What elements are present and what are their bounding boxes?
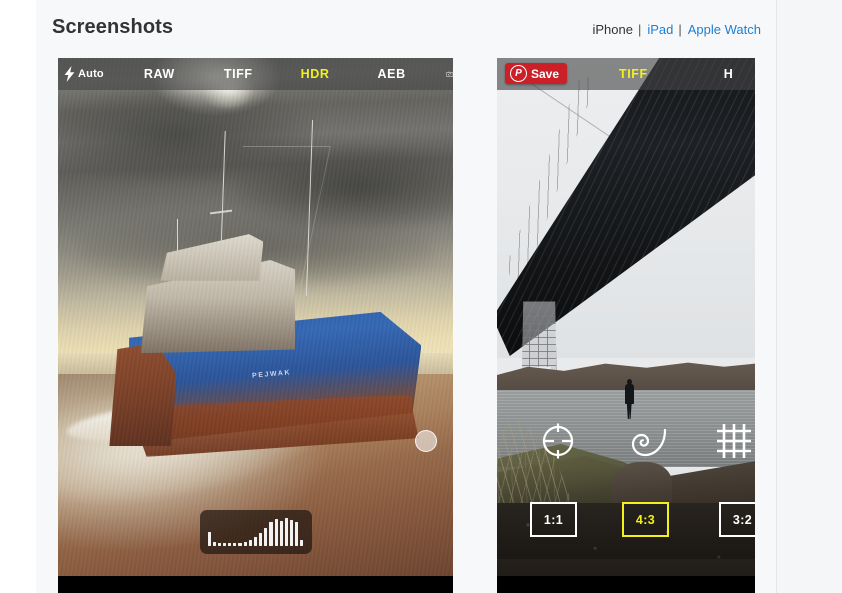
histogram-bar xyxy=(269,522,273,546)
focus-exposure-ring[interactable] xyxy=(415,430,437,452)
photo-shipwreck-scene: PEJWAK xyxy=(58,58,453,576)
aspect-ratio-1-1-button[interactable]: 1:1 xyxy=(530,502,577,537)
screenshot-photo-shipwreck: PEJWAK Auto RAW TIFF HDR AEB xyxy=(58,58,453,576)
screenshots-panel: Screenshots iPhone | iPad | Apple Watch xyxy=(36,0,776,593)
histogram-bar xyxy=(207,532,211,546)
screenshot-item-1[interactable]: PEJWAK Auto RAW TIFF HDR AEB xyxy=(58,58,453,593)
section-header: Screenshots iPhone | iPad | Apple Watch xyxy=(36,0,776,58)
page-title: Screenshots xyxy=(52,16,174,38)
screenshot-bottom-bar-1 xyxy=(58,576,453,593)
aspect-ratio-4-3-button[interactable]: 4:3 xyxy=(622,502,669,537)
aspect-ratio-row: 1:1 4:3 3:2 xyxy=(497,502,755,538)
histogram-bar xyxy=(248,540,252,546)
composition-tools-row xyxy=(497,420,755,464)
tab-separator-1: | xyxy=(637,22,642,37)
screenshot-item-2[interactable]: TIFF H P Save 1:1 4:3 3:2 xyxy=(497,58,755,593)
histogram-bar xyxy=(284,518,289,546)
camera-toolbar-1: Auto RAW TIFF HDR AEB xyxy=(58,58,453,90)
mode-raw-button[interactable]: RAW xyxy=(144,67,175,81)
screenshot-gallery: PEJWAK Auto RAW TIFF HDR AEB TIFF H P Sa… xyxy=(58,58,776,593)
tab-separator-2: | xyxy=(678,22,682,37)
histogram-bar xyxy=(217,543,221,546)
golden-spiral-icon[interactable] xyxy=(629,420,671,462)
tab-iphone[interactable]: iPhone xyxy=(591,22,633,37)
screenshot-photo-bridge: TIFF H P Save 1:1 4:3 3:2 xyxy=(497,58,755,576)
mode-aeb-button[interactable]: AEB xyxy=(378,67,406,81)
right-rail xyxy=(777,0,842,593)
mode-tiff-button-2[interactable]: TIFF xyxy=(619,67,648,81)
grid-icon[interactable] xyxy=(713,420,755,462)
histogram-bar xyxy=(279,521,283,546)
camera-flip-icon[interactable] xyxy=(445,64,453,84)
photo-person-silhouette xyxy=(624,379,634,420)
histogram-bar xyxy=(295,522,299,546)
level-icon[interactable] xyxy=(537,420,579,462)
histogram-bar xyxy=(222,543,227,546)
pinterest-save-button[interactable]: P Save xyxy=(505,63,568,84)
tab-ipad[interactable]: iPad xyxy=(646,22,674,37)
flash-bolt-icon xyxy=(64,66,75,82)
histogram-bar xyxy=(259,533,263,546)
histogram-bar xyxy=(243,542,247,546)
photo-person-body xyxy=(624,384,634,405)
histogram-bar xyxy=(238,543,242,546)
page-left-gutter xyxy=(0,0,36,593)
pinterest-logo-icon: P xyxy=(510,65,527,82)
flash-mode-button[interactable]: Auto xyxy=(64,66,104,82)
histogram-widget[interactable] xyxy=(199,510,312,554)
histogram-bar xyxy=(274,519,278,546)
mode-tiff-button[interactable]: TIFF xyxy=(224,67,253,81)
photo-person-legs xyxy=(626,402,632,420)
tab-apple-watch[interactable]: Apple Watch xyxy=(687,22,762,37)
histogram-bar xyxy=(253,537,258,546)
screenshot-bottom-bar-2 xyxy=(497,576,755,593)
histogram-bar xyxy=(233,543,237,546)
photo-bridge-scene xyxy=(497,58,755,576)
histogram-bar xyxy=(212,542,216,546)
histogram-bar xyxy=(264,528,268,546)
aspect-ratio-3-2-button[interactable]: 3:2 xyxy=(719,502,755,537)
flash-mode-label: Auto xyxy=(78,68,104,80)
mode-hdr-button-2[interactable]: H xyxy=(724,67,734,81)
device-tabs: iPhone | iPad | Apple Watch xyxy=(591,22,762,37)
histogram-bar xyxy=(300,540,304,546)
pinterest-save-label: Save xyxy=(531,66,560,81)
page-root: Screenshots iPhone | iPad | Apple Watch xyxy=(0,0,842,593)
mode-hdr-button[interactable]: HDR xyxy=(301,67,330,81)
histogram-bar xyxy=(228,543,232,546)
histogram-bar xyxy=(290,520,294,546)
